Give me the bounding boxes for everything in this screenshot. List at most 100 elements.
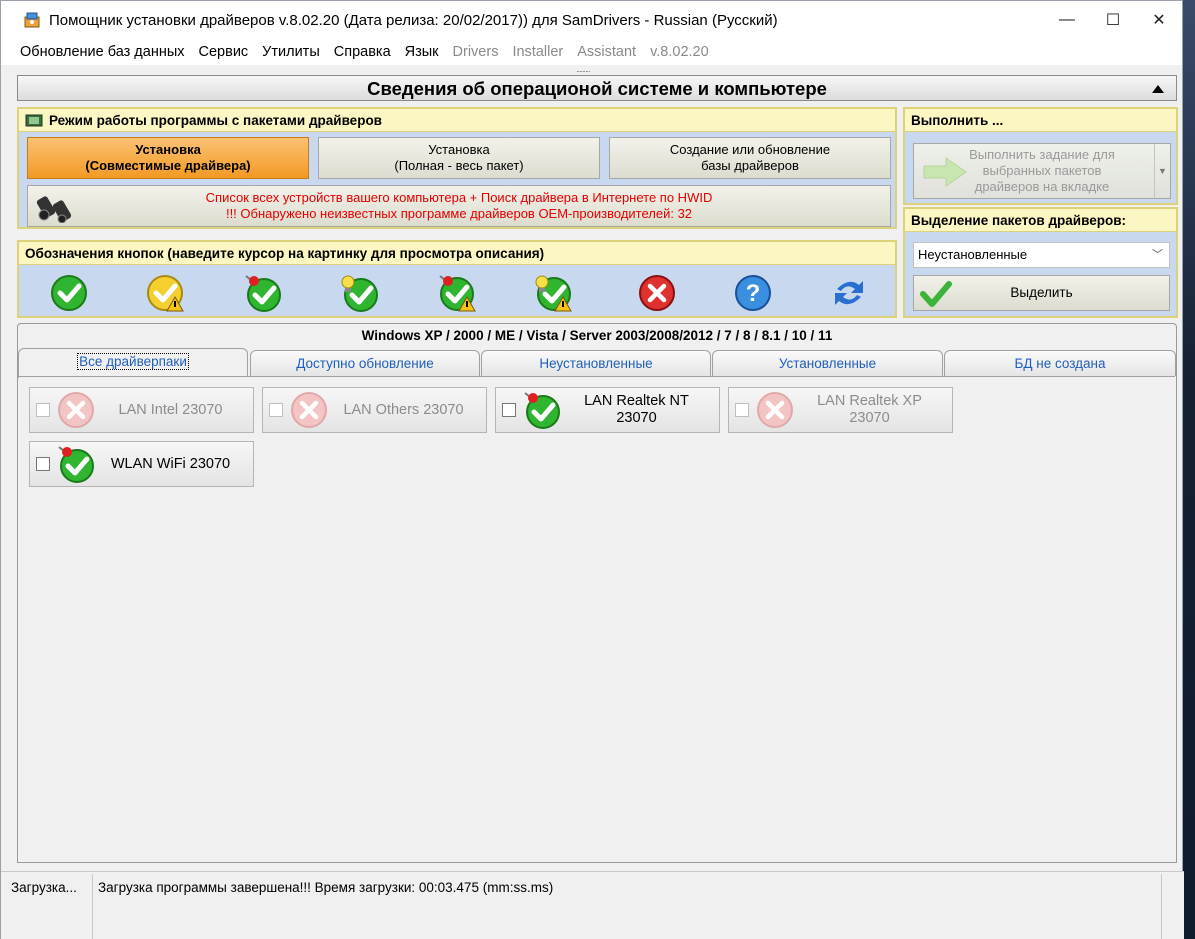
menu-language[interactable]: Язык: [398, 44, 446, 60]
red-x-icon[interactable]: [637, 273, 677, 313]
status-bar: Загрузка... Загрузка программы завершена…: [1, 871, 1184, 939]
select-value: Неустановленные: [918, 247, 1028, 262]
driverpack-lan-intel: LAN Intel 23070: [29, 387, 254, 433]
status-message: Загрузка программы завершена!!! Время за…: [98, 880, 554, 895]
pack-name: LAN Others 23070: [343, 401, 464, 418]
desktop-background-right: [1181, 0, 1195, 939]
pack-label: LAN Intel 23070: [96, 402, 253, 419]
status-divider: [1161, 874, 1162, 939]
button-line: (Полная - весь пакет): [394, 158, 524, 173]
tab-update-available[interactable]: Доступно обновление: [250, 350, 480, 376]
execute-panel: Выполнить ... Выполнить задание для выбр…: [903, 107, 1178, 205]
menu-assistant: Assistant: [577, 44, 637, 60]
system-info-header[interactable]: Сведения об операционой системе и компью…: [17, 75, 1177, 101]
button-line: выбранных пакетов: [982, 163, 1102, 178]
os-compat-line: Windows XP / 2000 / ME / Vista / Server …: [361, 328, 833, 343]
pack-label: LAN Realtek XP 23070: [795, 393, 952, 427]
button-line: драйверов на вкладке: [974, 179, 1110, 194]
red-x-icon: [291, 392, 327, 428]
tab-installed[interactable]: Установленные: [712, 350, 943, 376]
oem-warning-line: !!! Обнаружено неизвестных программе дра…: [225, 206, 693, 221]
dropdown-arrow-icon[interactable]: ▼: [1154, 144, 1170, 198]
tab-bar: Все драйверпаки Доступно обновление Неус…: [18, 348, 1176, 378]
button-line: Создание или обновление: [669, 142, 831, 157]
create-database-button[interactable]: Создание или обновление базы драйверов: [609, 137, 891, 179]
refresh-icon[interactable]: [829, 273, 869, 313]
chevron-down-icon: ﹀: [1152, 249, 1163, 261]
tab-not-installed[interactable]: Неустановленные: [481, 350, 711, 376]
maximize-button[interactable]: ☐: [1090, 1, 1136, 39]
bulb-check-warning-icon[interactable]: [533, 273, 573, 313]
pack-label: WLAN WiFi 23070: [96, 456, 253, 473]
package-filter-select[interactable]: Неустановленные ﹀: [913, 242, 1170, 268]
checkmark-icon: [920, 281, 952, 307]
red-x-icon: [58, 392, 94, 428]
pin-check-icon: [524, 392, 560, 429]
driverpack-lan-others: LAN Others 23070: [262, 387, 487, 433]
device-list-button[interactable]: Список всех устройств вашего компьютера …: [27, 185, 891, 227]
mode-panel-title: Режим работы программы с пакетами драйве…: [49, 113, 382, 128]
pack-checkbox: [36, 403, 50, 417]
green-check-icon[interactable]: [49, 273, 89, 313]
pack-checkbox: [735, 403, 749, 417]
menu-version: v.8.02.20: [650, 44, 709, 60]
driverpack-lan-realtek-nt[interactable]: LAN Realtek NT 23070: [495, 387, 720, 433]
app-icon: [24, 12, 40, 28]
tab-all-driverpacks[interactable]: Все драйверпаки: [18, 348, 248, 378]
mode-panel-header: Режим работы программы с пакетами драйве…: [19, 109, 895, 132]
menu-installer: Installer: [512, 44, 564, 60]
window-title: Помощник установки драйверов v.8.02.20 (…: [49, 11, 778, 29]
system-info-title: Сведения об операционой системе и компью…: [367, 78, 827, 99]
pack-checkbox[interactable]: [36, 457, 50, 471]
tab-label: Все драйверпаки: [77, 353, 189, 370]
pack-label: LAN Others 23070: [329, 402, 486, 419]
select-panel-header: Выделение пакетов драйверов:: [905, 209, 1176, 232]
collapse-arrow-icon[interactable]: [1152, 85, 1164, 93]
driverpack-wlan-wifi[interactable]: WLAN WiFi 23070: [29, 441, 254, 487]
pack-label: LAN Realtek NT 23070: [562, 393, 719, 427]
pack-name: LAN Realtek XP: [817, 393, 922, 409]
pack-checkbox: [269, 403, 283, 417]
select-packages-button[interactable]: Выделить: [913, 275, 1170, 311]
button-line: Установка: [428, 142, 490, 157]
legend-panel-header: Обозначения кнопок (наведите курсор на к…: [19, 242, 895, 265]
bulb-check-icon[interactable]: [339, 273, 379, 313]
button-line: (Совместимые драйвера): [85, 158, 251, 173]
button-line: Установка: [135, 142, 201, 157]
pack-checkbox[interactable]: [502, 403, 516, 417]
tab-content: LAN Intel 23070 LAN Others 23070 LAN Rea…: [19, 376, 1175, 861]
tab-db-not-created[interactable]: БД не создана: [944, 350, 1176, 376]
menu-service[interactable]: Сервис: [192, 44, 256, 60]
binoculars-icon: [36, 196, 72, 223]
button-line: базы драйверов: [701, 158, 799, 173]
pack-version: 23070: [849, 410, 890, 426]
status-divider: [92, 874, 93, 939]
pack-version: 23070: [616, 410, 657, 426]
minimize-button[interactable]: —: [1044, 1, 1090, 39]
pin-check-icon: [58, 446, 94, 483]
pin-check-warning-icon[interactable]: [437, 273, 477, 313]
install-full-button[interactable]: Установка (Полная - весь пакет): [318, 137, 600, 179]
menu-help[interactable]: Справка: [327, 44, 398, 60]
legend-panel: Обозначения кнопок (наведите курсор на к…: [17, 240, 897, 318]
button-line: Выполнить задание для: [969, 147, 1115, 162]
device-list-line: Список всех устройств вашего компьютера …: [205, 190, 713, 205]
yellow-check-warning-icon[interactable]: [145, 273, 185, 313]
execute-task-button[interactable]: Выполнить задание для выбранных пакетов …: [913, 143, 1171, 199]
chip-icon: [25, 114, 43, 127]
legend-icon-row: ?: [19, 270, 895, 316]
app-window: Помощник установки драйверов v.8.02.20 (…: [0, 0, 1184, 939]
arrow-right-icon: [923, 157, 967, 187]
pack-name: LAN Intel 23070: [118, 401, 223, 418]
menu-utilities[interactable]: Утилиты: [255, 44, 327, 60]
svg-text:?: ?: [746, 280, 761, 307]
help-icon[interactable]: ?: [733, 273, 773, 313]
status-loading: Загрузка...: [11, 880, 77, 895]
select-panel: Выделение пакетов драйверов: Неустановле…: [903, 207, 1178, 318]
menu-update-databases[interactable]: Обновление баз данных: [13, 44, 192, 60]
pin-check-icon[interactable]: [243, 273, 283, 313]
title-bar[interactable]: Помощник установки драйверов v.8.02.20 (…: [1, 1, 1182, 39]
install-compatible-button[interactable]: Установка (Совместимые драйвера): [27, 137, 309, 179]
close-button[interactable]: ✕: [1136, 1, 1182, 39]
button-label: Выделить: [1010, 285, 1073, 300]
